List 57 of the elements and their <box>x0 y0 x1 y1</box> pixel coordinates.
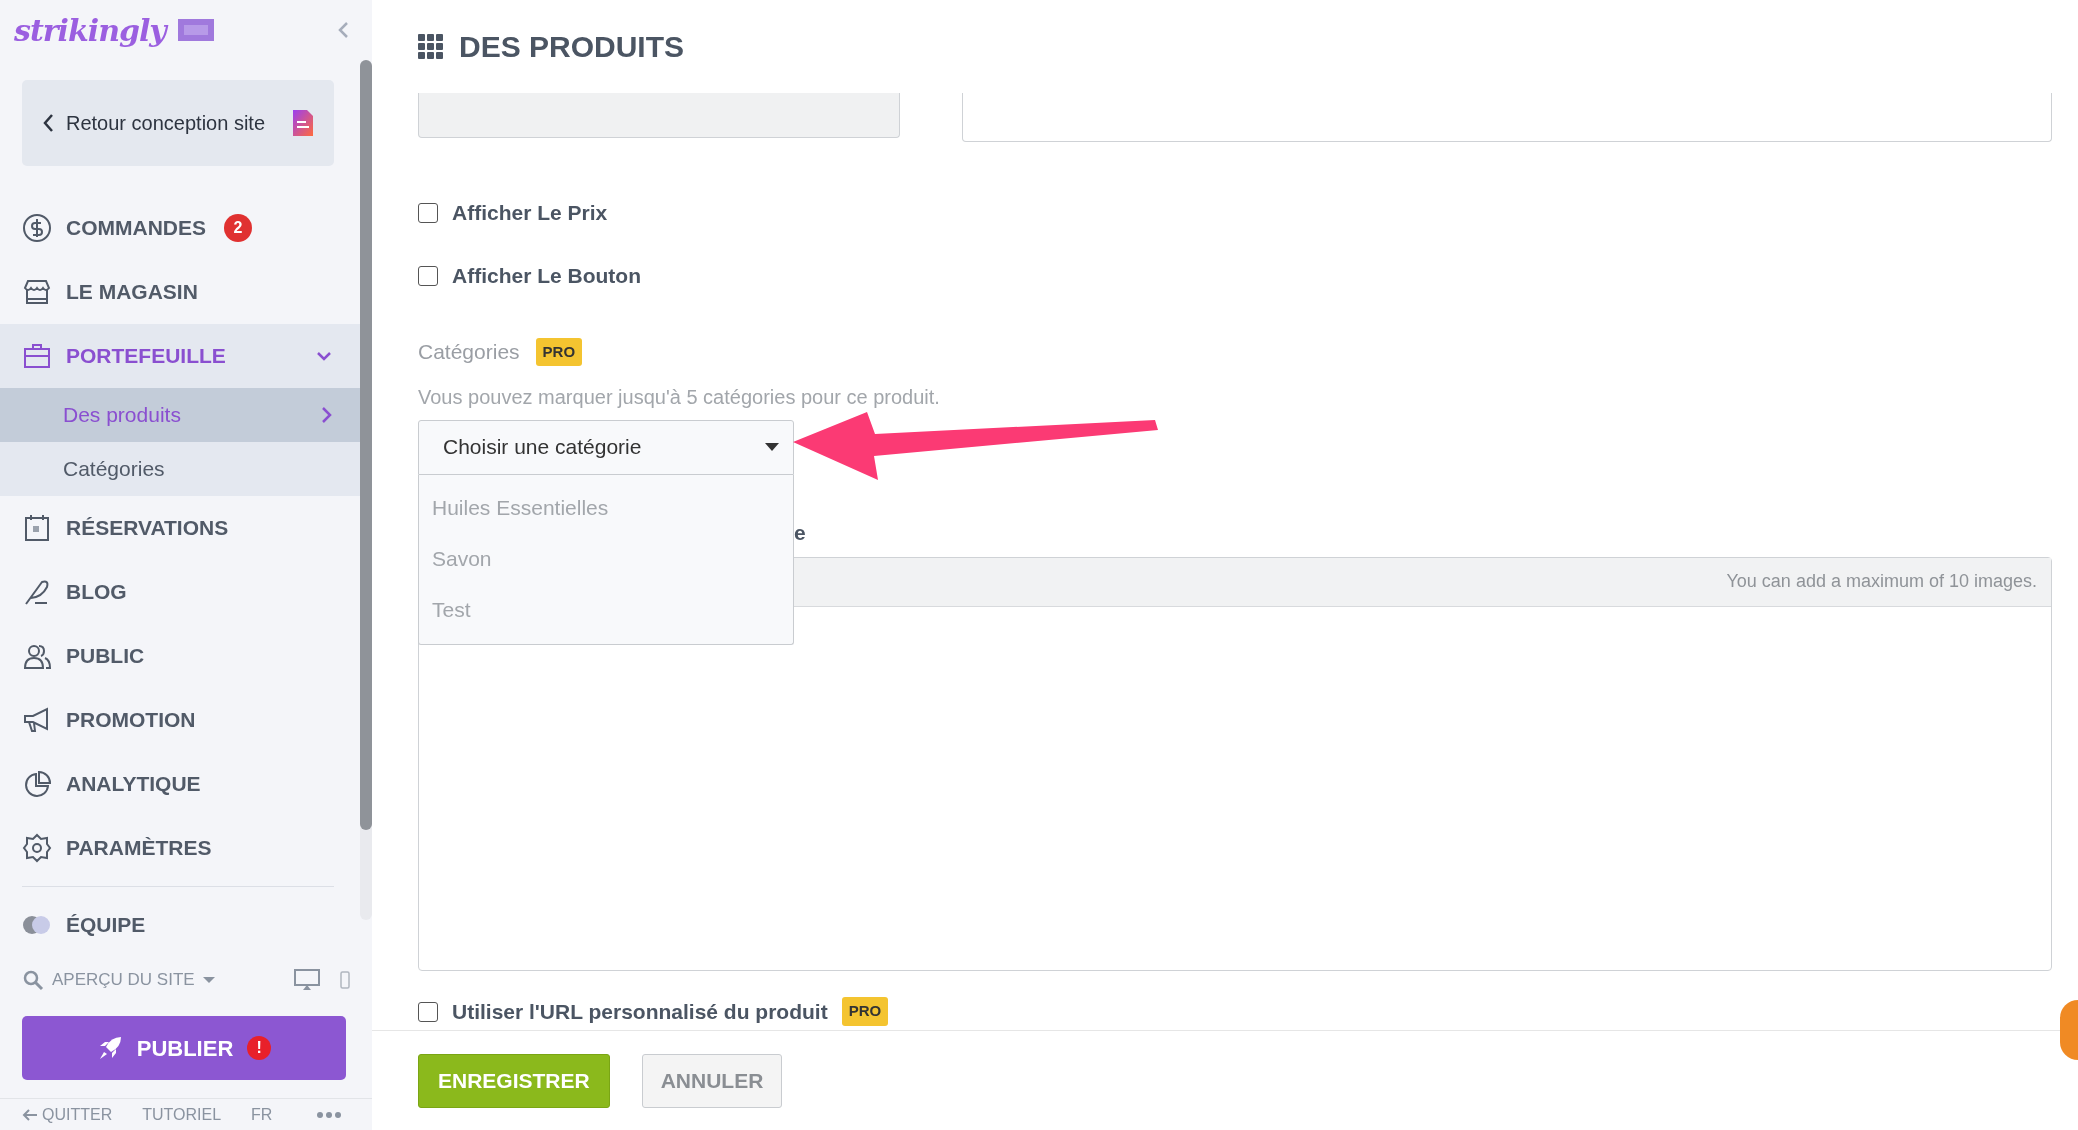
gear-icon <box>22 833 52 863</box>
document-icon <box>292 109 314 137</box>
briefcase-icon <box>22 341 52 371</box>
more-icon[interactable] <box>316 1110 342 1119</box>
caret-down-icon <box>202 976 215 984</box>
nav-item[interactable]: PARAMÈTRES <box>0 816 360 880</box>
storefront-icon <box>22 277 52 307</box>
desktop-icon[interactable] <box>294 969 320 991</box>
search-icon <box>22 969 44 991</box>
alert-badge: ! <box>247 1036 272 1060</box>
preview-dropdown[interactable]: APERÇU DU SITE <box>52 967 215 993</box>
section-label: e <box>794 519 807 546</box>
nav-item[interactable]: BLOG <box>0 560 360 624</box>
category-select[interactable]: Choisir une catégorie <box>418 419 794 475</box>
pro-badge: PRO <box>841 997 889 1026</box>
mobile-icon[interactable] <box>340 971 350 989</box>
cancel-button[interactable]: ANNULER <box>641 1053 783 1108</box>
nav-item[interactable]: PROMOTION <box>0 688 360 752</box>
checkbox-label: Afficher Le Prix <box>452 200 608 227</box>
input-field[interactable] <box>962 93 2052 142</box>
footer-link[interactable]: FR <box>251 1102 273 1127</box>
caret-down-icon <box>765 443 779 451</box>
nav-item[interactable]: ANALYTIQUE <box>0 752 360 816</box>
count-badge: 2 <box>224 214 252 242</box>
nav-subitem[interactable]: Des produits <box>0 388 360 442</box>
nav-subitem[interactable]: Catégories <box>0 442 360 496</box>
checkbox[interactable] <box>418 1001 438 1022</box>
input-field[interactable] <box>418 93 900 138</box>
checkbox[interactable] <box>418 203 438 223</box>
nav-item[interactable]: COMMANDES 2 <box>0 196 360 260</box>
image-limit-note: You can add a maximum of 10 images. <box>1726 570 2037 593</box>
nav-item[interactable]: PORTEFEUILLE <box>0 324 360 388</box>
nav-item[interactable]: PUBLIC <box>0 624 360 688</box>
help-text: Vous pouvez marquer jusqu'à 5 catégories pour ce produit. <box>418 384 941 410</box>
collapse-icon[interactable] <box>336 20 350 40</box>
dollar-icon <box>22 213 52 243</box>
checkbox-label: Afficher Le Bouton <box>452 263 641 290</box>
footer-link[interactable]: TUTORIEL <box>142 1102 222 1127</box>
arrow-left-icon <box>22 1108 38 1121</box>
chevron-right-icon <box>320 406 332 424</box>
grid-icon <box>418 34 443 59</box>
footer-link[interactable]: QUITTER <box>22 1102 113 1127</box>
chevron-left-icon <box>42 113 54 133</box>
pro-badge: PRO <box>535 337 583 366</box>
nav-item[interactable]: RÉSERVATIONS <box>0 496 360 560</box>
page-title: DES PRODUITS <box>459 29 685 65</box>
checkbox-label: Utiliser l'URL personnalisé du produit <box>452 998 828 1025</box>
pie-chart-icon <box>22 769 52 799</box>
nav-item[interactable]: ÉQUIPE <box>0 893 360 957</box>
field-label: Catégories <box>418 339 520 365</box>
calendar-icon <box>22 513 52 543</box>
publish-button[interactable]: PUBLIER ! <box>22 1016 346 1080</box>
checkbox[interactable] <box>418 266 438 286</box>
chat-button[interactable] <box>2060 1000 2078 1060</box>
pixelated-block-icon <box>175 17 216 43</box>
back-button[interactable]: Retour conception site <box>22 80 334 166</box>
nav-item[interactable]: LE MAGASIN <box>0 260 360 324</box>
